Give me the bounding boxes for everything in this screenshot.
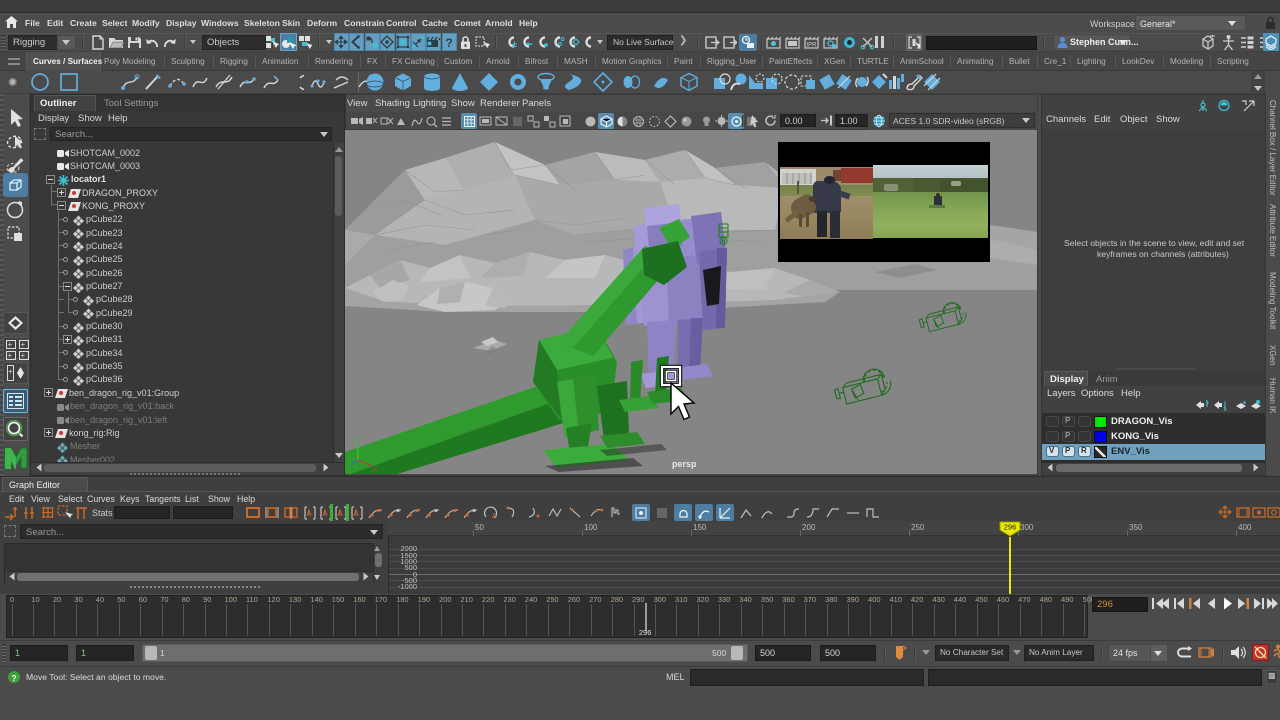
svg-text:?: ? — [445, 36, 452, 49]
svg-text:IPR: IPR — [806, 43, 817, 49]
svg-text:persp: persp — [672, 459, 697, 469]
svg-text:296: 296 — [1004, 523, 1017, 532]
svg-text:A: A — [492, 513, 497, 520]
svg-text:y: y — [354, 435, 358, 444]
svg-text:x: x — [373, 465, 377, 474]
